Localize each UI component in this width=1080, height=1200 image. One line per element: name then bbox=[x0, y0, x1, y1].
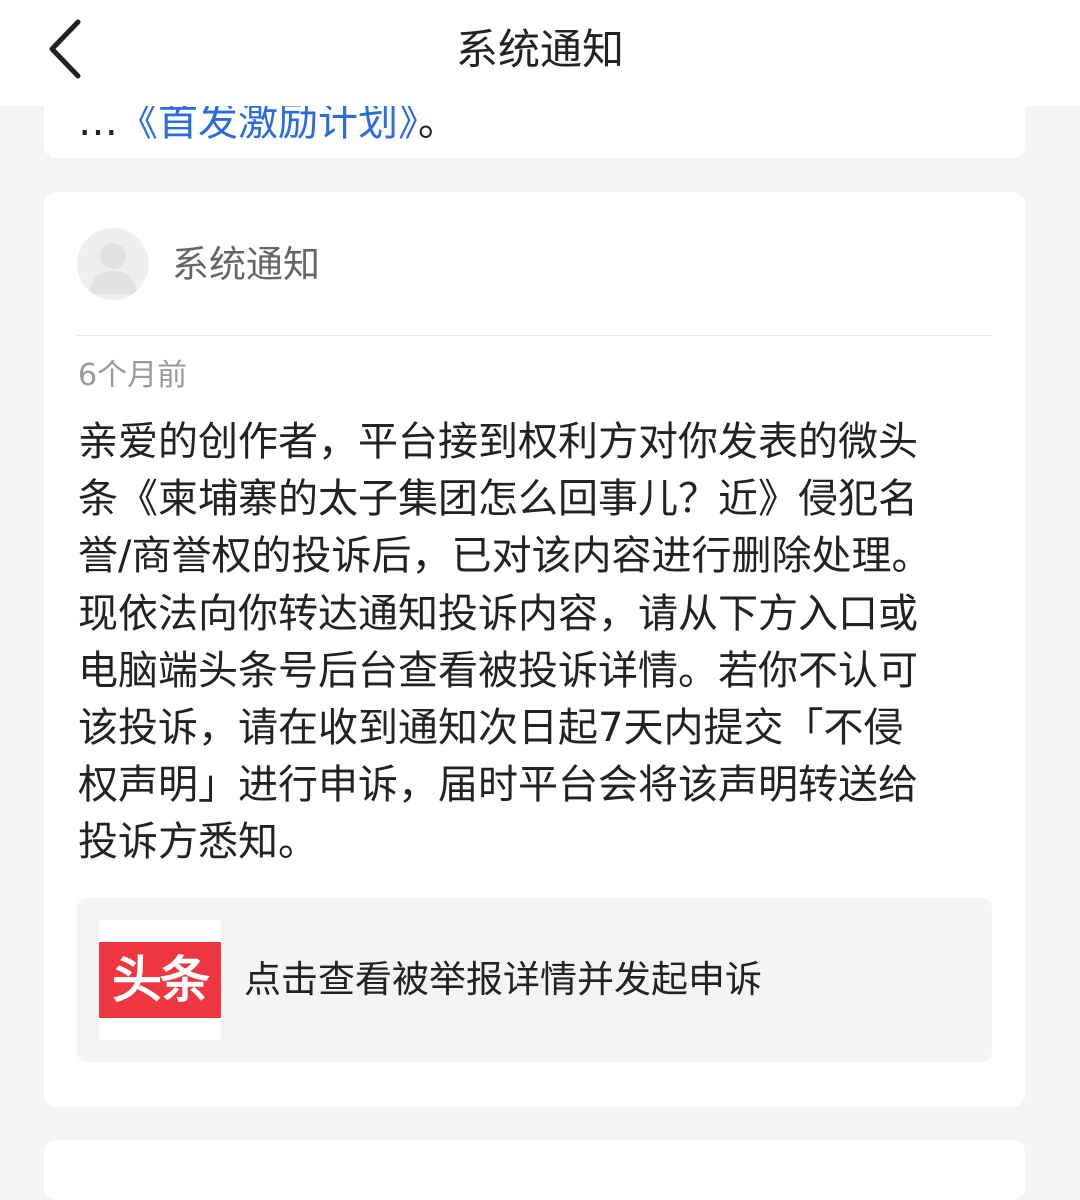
default-user-icon bbox=[89, 243, 137, 294]
message-line: 电脑端头条号后台查看被投诉详情。若你不认可 bbox=[78, 647, 918, 694]
view-report-appeal-link[interactable]: 头条 点击查看被举报详情并发起申诉 bbox=[77, 898, 992, 1062]
message-line: 条《柬埔寨的太子集团怎么回事儿？近》侵犯名 bbox=[78, 476, 918, 523]
message-line: 该投诉，请在收到通知次日起7天内提交「不侵 bbox=[78, 705, 904, 752]
top-nav-bar: 系统通知 bbox=[0, 0, 1080, 106]
message-line: 亲爱的创作者，平台接到权利方对你发表的微头 bbox=[78, 419, 918, 465]
toutiao-logo-badge: 头条 bbox=[99, 942, 221, 1018]
timestamp: 6个月前 bbox=[78, 358, 188, 393]
toutiao-logo-text: 头条 bbox=[112, 951, 210, 1009]
message-line: 誉/商誉权的投诉后，已对该内容进行删除处理。 bbox=[78, 533, 932, 580]
view-report-appeal-label: 点击查看被举报详情并发起申诉 bbox=[244, 958, 762, 1001]
divider bbox=[77, 335, 992, 336]
sender-name: 系统通知 bbox=[172, 243, 320, 286]
avatar bbox=[77, 228, 149, 300]
notification-message: 亲爱的创作者，平台接到权利方对你发表的微头 条《柬埔寨的太子集团怎么回事儿？近》… bbox=[78, 414, 998, 872]
page-title: 系统通知 bbox=[455, 25, 624, 74]
next-notification-card bbox=[44, 1140, 1025, 1200]
message-line: 现依法向你转达通知投诉内容，请从下方入口或 bbox=[78, 590, 918, 637]
message-line: 权声明」进行申诉，届时平台会将该声明转送给 bbox=[78, 762, 918, 809]
notification-card: 系统通知 6个月前 亲爱的创作者，平台接到权利方对你发表的微头 条《柬埔寨的太子… bbox=[44, 192, 1025, 1107]
message-line: 投诉方悉知。 bbox=[78, 819, 318, 866]
toutiao-logo: 头条 bbox=[99, 920, 221, 1040]
